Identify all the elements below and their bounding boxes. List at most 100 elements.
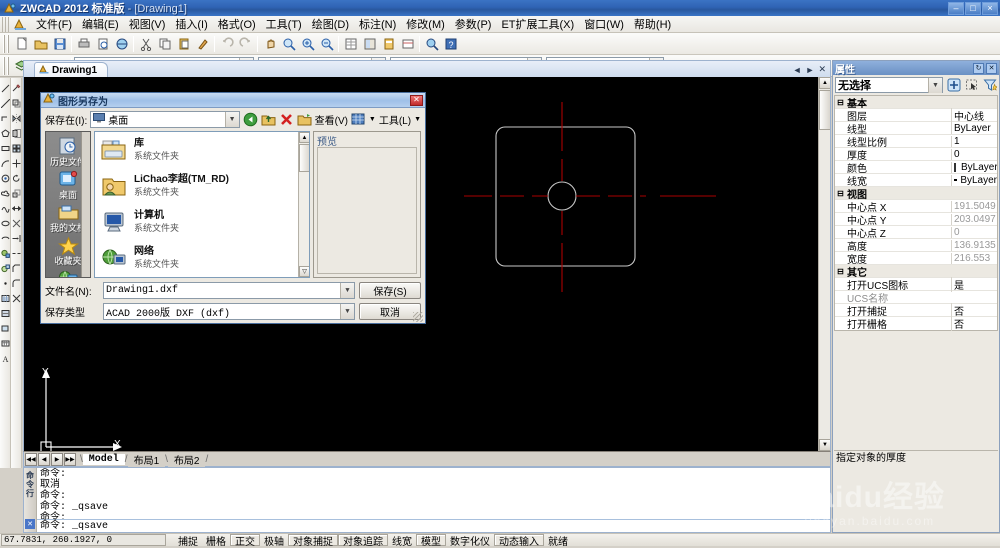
toolbar-grip[interactable] (3, 34, 9, 53)
command-window-close-button[interactable]: ✕ (25, 519, 35, 529)
rotate-icon[interactable] (11, 171, 22, 186)
properties-icon[interactable] (341, 34, 360, 53)
property-value-cell[interactable]: ByLayer (951, 161, 997, 173)
quick-select-icon[interactable] (946, 78, 961, 93)
up-folder-icon[interactable] (261, 111, 276, 127)
block-icon[interactable] (398, 34, 417, 53)
menu-window[interactable]: 窗口(W) (579, 15, 629, 33)
status-snap[interactable]: 捕捉 (174, 534, 202, 548)
zoom-window-icon[interactable] (298, 34, 317, 53)
list-item[interactable]: 网络 系统文件夹 (95, 240, 309, 276)
arc-icon[interactable] (0, 156, 11, 171)
scroll-up-button[interactable]: ▲ (819, 77, 830, 89)
cancel-button[interactable]: 取消 (359, 303, 421, 320)
menu-view[interactable]: 视图(V) (124, 15, 171, 33)
list-item[interactable]: 库 系统文件夹 (95, 132, 309, 168)
menu-insert[interactable]: 插入(I) (170, 15, 212, 33)
menu-parameters[interactable]: 参数(P) (450, 15, 497, 33)
revcloud-icon[interactable] (0, 186, 11, 201)
rectangle-icon[interactable] (0, 141, 11, 156)
file-scroll-down-button[interactable]: ▽ (299, 266, 309, 277)
property-value-cell[interactable]: ByLayer (951, 174, 997, 186)
property-value[interactable]: 否 (951, 316, 997, 331)
layout-tab-layout2[interactable]: 布局2 (167, 451, 206, 467)
menu-tools[interactable]: 工具(T) (261, 15, 307, 33)
command-input-line[interactable]: 命令: _qsave (37, 519, 830, 532)
list-item[interactable]: 计算机 系统文件夹 (95, 204, 309, 240)
select-objects-icon[interactable] (964, 78, 979, 93)
filter-icon[interactable] (982, 78, 997, 93)
array-icon[interactable] (11, 141, 22, 156)
menu-format[interactable]: 格式(O) (213, 15, 261, 33)
view-menu-icon[interactable] (351, 111, 366, 127)
design-center-icon[interactable] (360, 34, 379, 53)
menu-help[interactable]: 帮助(H) (629, 15, 676, 33)
layout-last-button[interactable]: ▶▶ (64, 452, 76, 466)
filename-combo-arrow[interactable]: ▼ (340, 283, 354, 298)
menu-edit[interactable]: 编辑(E) (77, 15, 124, 33)
zoom-realtime-icon[interactable] (279, 34, 298, 53)
selection-combo[interactable]: 无选择 ▼ (835, 77, 943, 93)
back-icon[interactable] (243, 111, 258, 127)
menu-modify[interactable]: 修改(M) (401, 15, 450, 33)
mirror-icon[interactable] (11, 111, 22, 126)
region-icon[interactable] (0, 321, 11, 336)
layout-tab-layout1[interactable]: 布局1 (127, 451, 166, 467)
menu-et-tools[interactable]: ET扩展工具(X) (496, 15, 579, 33)
properties-close-button[interactable]: ✕ (986, 62, 997, 74)
property-value[interactable]: 中心线 (951, 107, 997, 123)
plot-icon[interactable] (112, 34, 131, 53)
help-icon[interactable]: ? (441, 34, 460, 53)
doc-close-button[interactable]: ✕ (818, 64, 826, 75)
filename-input[interactable]: Drawing1.dxf ▼ (103, 282, 355, 299)
minimize-button[interactable]: – (948, 1, 964, 15)
expand-icon[interactable]: ⊟ (835, 267, 846, 276)
coordinate-display[interactable]: 67.7831, 260.1927, 0 (1, 534, 166, 546)
file-scroll-up-button[interactable]: ▲ (299, 132, 309, 143)
status-otrack[interactable]: 对象追踪 (338, 534, 388, 548)
lookin-combo[interactable]: 桌面 ▼ (90, 110, 240, 128)
erase-icon[interactable] (11, 81, 22, 96)
properties-refresh-button[interactable]: ↻ (973, 62, 984, 74)
tools-menu-label[interactable]: 工具(L) (379, 112, 411, 127)
view-menu-label[interactable]: 查看(V) (315, 112, 348, 127)
list-item[interactable]: LiChao李超(TM_RD) 系统文件夹 (95, 168, 309, 204)
point-icon[interactable] (0, 276, 11, 291)
cut-icon[interactable] (136, 34, 155, 53)
status-grid[interactable]: 栅格 (202, 534, 230, 548)
circle-icon[interactable] (0, 171, 11, 186)
status-dyninput[interactable]: 动态输入 (494, 534, 544, 548)
match-prop-icon[interactable] (193, 34, 212, 53)
scroll-thumb[interactable] (819, 90, 830, 130)
delete-icon[interactable] (279, 111, 294, 127)
make-block-icon[interactable] (0, 261, 11, 276)
maximize-button[interactable]: □ (965, 1, 981, 15)
print-icon[interactable] (74, 34, 93, 53)
property-value[interactable]: ByLayer (951, 122, 997, 134)
open-icon[interactable] (31, 34, 50, 53)
status-polar[interactable]: 极轴 (260, 534, 288, 548)
selection-combo-arrow[interactable]: ▼ (928, 77, 942, 93)
fillet-icon[interactable] (11, 276, 22, 291)
trim-icon[interactable] (11, 216, 22, 231)
scroll-down-button[interactable]: ▼ (819, 439, 830, 451)
save-icon[interactable] (50, 34, 69, 53)
spline-icon[interactable] (0, 201, 11, 216)
pan-icon[interactable] (260, 34, 279, 53)
status-ortho[interactable]: 正交 (230, 534, 260, 548)
dialog-close-button[interactable]: ✕ (410, 94, 423, 106)
list-item[interactable]: Xmanager Enterprise 3 (95, 276, 309, 277)
zoom-previous-icon[interactable] (317, 34, 336, 53)
tool-palette-icon[interactable] (379, 34, 398, 53)
doc-next-button[interactable]: ► (806, 65, 815, 75)
menu-grip[interactable] (2, 16, 9, 32)
insert-block-icon[interactable] (0, 246, 11, 261)
explode-icon[interactable] (11, 291, 22, 306)
view-menu-arrow[interactable]: ▼ (369, 116, 376, 123)
lookin-combo-arrow[interactable]: ▼ (224, 111, 239, 127)
line-icon[interactable] (0, 81, 11, 96)
help-search-icon[interactable] (422, 34, 441, 53)
copy-object-icon[interactable] (11, 96, 22, 111)
status-model[interactable]: 模型 (416, 534, 446, 548)
extend-icon[interactable] (11, 231, 22, 246)
